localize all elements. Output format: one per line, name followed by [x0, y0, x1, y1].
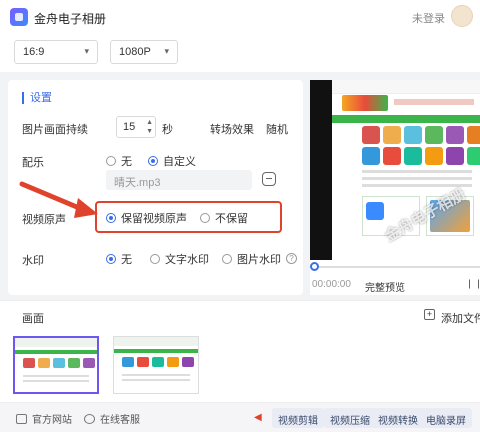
toolbar: 16:9 ▾ 1080P ▾	[0, 34, 480, 72]
add-file-button[interactable]: 添加文件	[441, 310, 480, 326]
login-status[interactable]: 未登录	[412, 10, 445, 26]
aspect-ratio-value: 16:9	[23, 46, 45, 58]
preview-screen: 金舟电子相册	[310, 80, 480, 260]
stepper-arrows-icon[interactable]: ▲ ▼	[146, 118, 153, 136]
toolbox-icon: ◀	[254, 412, 262, 423]
radio-icon	[200, 213, 210, 223]
radio-checked-icon	[106, 254, 116, 264]
tool-screen-record-button[interactable]: 电脑录屏	[420, 408, 472, 428]
headset-icon	[84, 413, 95, 424]
music-file-field[interactable]: 晴天.mp3	[106, 170, 252, 190]
music-option-none[interactable]: 无	[106, 153, 132, 169]
radio-checked-icon	[148, 156, 158, 166]
avatar[interactable]	[451, 5, 473, 27]
radio-checked-icon	[106, 213, 116, 223]
audio-option-keep[interactable]: 保留视频原声	[106, 210, 187, 226]
frames-header: 画面 + 添加文件	[0, 300, 480, 330]
watermark-option-text[interactable]: 文字水印	[150, 251, 209, 267]
fullscreen-icon[interactable]	[469, 279, 479, 289]
duration-value: 15	[123, 121, 136, 133]
timeline-scrubber[interactable]	[310, 262, 319, 271]
settings-panel: 设置 图片画面持续 15 ▲ ▼ 秒 转场效果 随机 配乐 无 自定义 晴天.mp…	[8, 80, 303, 295]
frames-title: 画面	[22, 313, 44, 325]
audio-label: 视频原声	[22, 214, 66, 226]
transition-value[interactable]: 随机	[266, 121, 288, 137]
audio-option-discard[interactable]: 不保留	[200, 210, 248, 226]
monitor-icon	[16, 413, 27, 424]
full-preview-button[interactable]: 完整预览	[365, 279, 405, 294]
tool-video-convert-button[interactable]: 视频转换	[372, 408, 424, 428]
aspect-ratio-select[interactable]: 16:9 ▾	[14, 40, 98, 64]
footer-bar: 官方网站 在线客服 ◀ 视频剪辑 视频压缩 视频转换 电脑录屏	[0, 402, 480, 432]
chevron-down-icon: ▾	[164, 46, 169, 56]
timeline-track[interactable]	[312, 266, 480, 268]
transition-label: 转场效果	[210, 124, 254, 136]
duration-label: 图片画面持续	[22, 124, 88, 136]
watermark-option-image[interactable]: 图片水印	[222, 251, 281, 267]
website-link[interactable]: 官方网站	[16, 411, 72, 426]
chevron-down-icon: ▾	[84, 46, 89, 56]
frame-thumbnail[interactable]	[13, 336, 99, 394]
tool-video-edit-button[interactable]: 视频剪辑	[272, 408, 324, 428]
watermark-label: 水印	[22, 255, 44, 267]
radio-icon	[150, 254, 160, 264]
browse-music-icon[interactable]	[262, 172, 276, 186]
tool-video-compress-button[interactable]: 视频压缩	[324, 408, 376, 428]
app-title: 金舟电子相册	[34, 12, 107, 26]
help-icon[interactable]: ?	[286, 253, 297, 264]
duration-unit: 秒	[162, 124, 173, 136]
frame-thumbnail[interactable]	[113, 336, 199, 394]
frames-list	[0, 330, 480, 402]
watermark-option-none[interactable]: 无	[106, 251, 132, 267]
support-link[interactable]: 在线客服	[84, 411, 140, 426]
time-readout: 00:00:00	[312, 279, 351, 290]
resolution-value: 1080P	[119, 46, 151, 58]
app-logo-icon	[10, 8, 28, 26]
title-bar: 金舟电子相册 未登录	[0, 0, 480, 34]
duration-stepper[interactable]: 15 ▲ ▼	[116, 116, 156, 138]
radio-icon	[222, 254, 232, 264]
settings-title: 设置	[22, 92, 52, 104]
radio-icon	[106, 156, 116, 166]
preview-panel: 金舟电子相册 00:00:00 完整预览	[310, 80, 480, 295]
music-label: 配乐	[22, 157, 44, 169]
resolution-select[interactable]: 1080P ▾	[110, 40, 178, 64]
add-file-icon[interactable]: +	[424, 309, 435, 320]
music-option-custom[interactable]: 自定义	[148, 153, 196, 169]
